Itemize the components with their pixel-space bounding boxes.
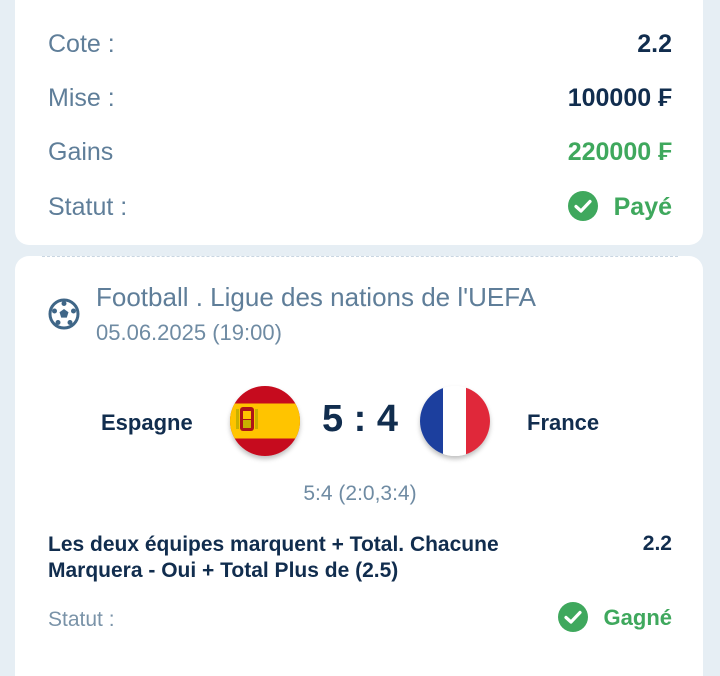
odds-row: Cote : 2.2 [48,30,672,64]
stake-label: Mise : [48,84,115,112]
league-title: Football . Ligue des nations de l'UEFA [96,282,537,312]
final-score: 5 : 4 [321,398,399,440]
away-team-name: France [527,410,600,435]
winnings-label: Gains [48,138,114,166]
check-circle-icon [567,191,598,222]
check-circle-icon [557,602,588,632]
event-status-label: Statut : [48,608,115,631]
status-value-wrap: Payé [567,191,672,223]
odds-value: 2.2 [637,30,672,58]
soccer-ball-icon [48,298,80,335]
spain-flag-icon [230,386,300,456]
winnings-value: 220000 ₣ [567,138,672,166]
market-odd: 2.2 [642,532,672,555]
odds-label: Cote : [48,30,115,58]
event-status-value: Gagné [603,604,672,630]
status-label: Statut : [48,193,128,221]
status-value: Payé [613,193,672,221]
detailed-score: 5:4 (2:0,3:4) [303,482,417,505]
winnings-row: Gains 220000 ₣ [48,138,672,172]
france-flag-icon [420,386,490,456]
status-row: Statut : Payé [48,191,672,227]
stake-row: Mise : 100000 ₣ [48,84,672,118]
home-team-name: Espagne [101,410,193,435]
event-datetime: 05.06.2025 (19:00) [96,320,282,345]
event-status-value-wrap: Gagné [557,602,672,634]
ticket-divider [42,256,678,257]
stake-value: 100000 ₣ [567,84,672,112]
bet-market: Les deux équipes marquent + Total. Chacu… [48,533,499,582]
